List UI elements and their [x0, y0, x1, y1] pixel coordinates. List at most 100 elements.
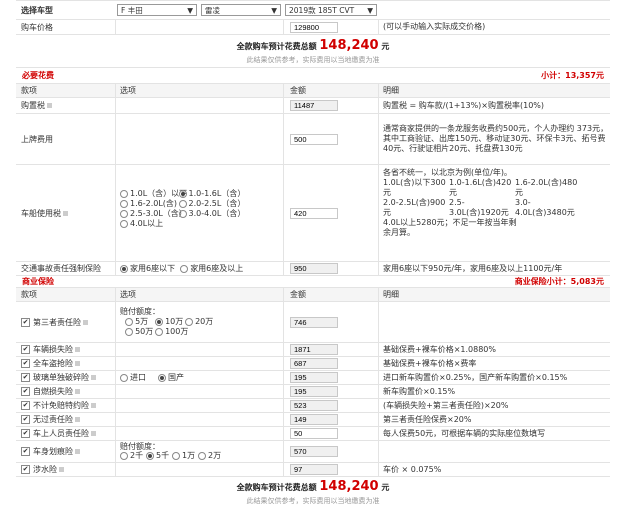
- brand-select[interactable]: F 丰田 ▼: [117, 4, 197, 16]
- wading-label: 涉水险: [33, 465, 57, 474]
- checkbox-checked-icon[interactable]: ✔: [21, 429, 30, 438]
- displacement-option[interactable]: 3.0-4.0L（含）: [178, 209, 245, 219]
- displacement-option[interactable]: 2.0-2.5L（含）: [178, 199, 245, 209]
- scratch-option[interactable]: 5千: [146, 451, 172, 460]
- checkbox-checked-icon[interactable]: ✔: [21, 387, 30, 396]
- radio-icon[interactable]: [120, 209, 128, 218]
- col-amount: 金额: [283, 84, 378, 97]
- checkbox-checked-icon[interactable]: ✔: [21, 447, 30, 456]
- displacement-option[interactable]: 1.0-1.6L（含）: [178, 189, 245, 199]
- radio-icon[interactable]: [120, 199, 128, 208]
- radio-selected-icon[interactable]: [158, 373, 166, 382]
- scratch-option[interactable]: 2千: [120, 451, 146, 460]
- model-select[interactable]: 2019款 185T CVT ▼: [285, 4, 377, 16]
- radio-icon[interactable]: [120, 451, 128, 460]
- summary-label: 全款购车预计花费总额: [236, 482, 317, 492]
- radio-selected-icon[interactable]: [146, 451, 154, 460]
- theft-label: 全车盗抢险: [33, 359, 73, 368]
- checkbox-checked-icon[interactable]: ✔: [21, 401, 30, 410]
- glass-option[interactable]: 国产: [158, 372, 184, 383]
- coverage-option[interactable]: 5万: [125, 317, 155, 327]
- info-icon[interactable]: [91, 431, 96, 436]
- radio-icon[interactable]: [125, 327, 134, 336]
- radio-icon[interactable]: [180, 264, 189, 273]
- checkbox-checked-icon[interactable]: ✔: [21, 465, 30, 474]
- radio-icon[interactable]: [178, 209, 187, 218]
- checkbox-checked-icon[interactable]: ✔: [21, 373, 30, 382]
- damage-label: 车辆损失险: [33, 345, 73, 354]
- info-icon[interactable]: [47, 103, 52, 108]
- info-icon[interactable]: [75, 389, 80, 394]
- col-detail: 明细: [378, 288, 610, 301]
- radio-icon[interactable]: [155, 327, 164, 336]
- info-icon[interactable]: [75, 417, 80, 422]
- coverage-option[interactable]: 10万: [155, 317, 185, 327]
- damage-input[interactable]: [290, 344, 338, 355]
- info-icon[interactable]: [63, 210, 68, 216]
- scratch-input[interactable]: [290, 446, 338, 457]
- price-input[interactable]: [290, 21, 338, 33]
- glass-option[interactable]: 进口: [120, 372, 158, 383]
- radio-icon[interactable]: [120, 373, 128, 382]
- vehicle-tax-input[interactable]: [290, 207, 338, 219]
- vehicle-tax-detail-item: 1.0-1.6L(含)420元: [449, 178, 512, 197]
- radio-icon[interactable]: [120, 189, 128, 198]
- coverage-option[interactable]: 50万: [125, 327, 155, 337]
- series-select[interactable]: 雷凌 ▼: [201, 4, 281, 16]
- coverage-option[interactable]: 100万: [155, 327, 188, 337]
- seat-option[interactable]: 家用6座以下: [120, 263, 175, 274]
- deductible-label: 不计免赔特约险: [33, 401, 89, 410]
- radio-icon[interactable]: [172, 451, 180, 460]
- price-spacer: [115, 20, 283, 34]
- no-fault-input[interactable]: [290, 414, 338, 425]
- radio-icon[interactable]: [120, 219, 128, 228]
- vehicle-tax-label: 车船使用税: [21, 208, 61, 218]
- theft-input[interactable]: [290, 358, 338, 369]
- checkbox-checked-icon[interactable]: ✔: [21, 345, 30, 354]
- radio-selected-icon[interactable]: [120, 264, 128, 273]
- info-icon[interactable]: [75, 347, 80, 352]
- info-icon[interactable]: [59, 467, 64, 472]
- glass-input[interactable]: [290, 372, 338, 383]
- displacement-option[interactable]: 1.0L（含）以下: [120, 189, 187, 199]
- checkbox-checked-icon[interactable]: ✔: [21, 359, 30, 368]
- info-icon[interactable]: [75, 361, 80, 366]
- seat-option[interactable]: 家用6座及以上: [180, 263, 243, 274]
- radio-selected-icon[interactable]: [155, 317, 164, 326]
- displacement-option[interactable]: 1.6-2.0L(含): [120, 199, 178, 209]
- info-icon[interactable]: [83, 319, 88, 325]
- compulsory-input[interactable]: [290, 263, 338, 274]
- radio-icon[interactable]: [125, 317, 134, 326]
- radio-icon[interactable]: [178, 199, 187, 208]
- registration-input[interactable]: [290, 133, 338, 145]
- checkbox-checked-icon[interactable]: ✔: [21, 317, 30, 327]
- info-icon[interactable]: [91, 403, 96, 408]
- coverage-option[interactable]: 20万: [185, 317, 213, 327]
- model-selector-row: 选择车型 F 丰田 ▼ 雷凌 ▼ 2019款 185T CVT ▼: [16, 0, 610, 20]
- radio-selected-icon[interactable]: [178, 189, 187, 198]
- radio-icon[interactable]: [185, 317, 194, 326]
- passenger-input[interactable]: [290, 428, 338, 439]
- wading-input[interactable]: [290, 464, 338, 475]
- displacement-option[interactable]: 4.0L以上: [120, 219, 163, 229]
- scratch-option[interactable]: 1万: [172, 451, 198, 460]
- damage-detail: 基础保费+裸车价格×1.0880%: [378, 343, 610, 356]
- info-icon[interactable]: [75, 449, 80, 454]
- deductible-input[interactable]: [290, 400, 338, 411]
- radio-icon[interactable]: [198, 451, 206, 460]
- coverage-option-label: 20万: [195, 317, 214, 326]
- displacement-option-label: 1.6-2.0L(含): [130, 199, 178, 208]
- checkbox-checked-icon[interactable]: ✔: [21, 415, 30, 424]
- vehicle-tax-detail: 各省不统一，以北京为例(单位/年)。 1.0L(含)以下300元 1.0-1.6…: [378, 165, 610, 261]
- third-party-input[interactable]: [290, 316, 338, 328]
- scratch-option-label: 2千: [130, 451, 144, 460]
- info-icon[interactable]: [91, 375, 96, 380]
- displacement-option[interactable]: 2.5-3.0L（含）: [120, 209, 187, 219]
- compulsory-detail: 家用6座以下950元/年，家用6座及以上1100元/年: [378, 262, 610, 275]
- scratch-option-label: 2万: [208, 451, 222, 460]
- fire-input[interactable]: [290, 386, 338, 397]
- scratch-option[interactable]: 2万: [198, 451, 221, 460]
- price-row: 购车价格 (可以手动输入实际成交价格): [16, 20, 610, 35]
- coverage-option-label: 5万: [135, 317, 149, 326]
- purchase-tax-input[interactable]: [290, 100, 338, 111]
